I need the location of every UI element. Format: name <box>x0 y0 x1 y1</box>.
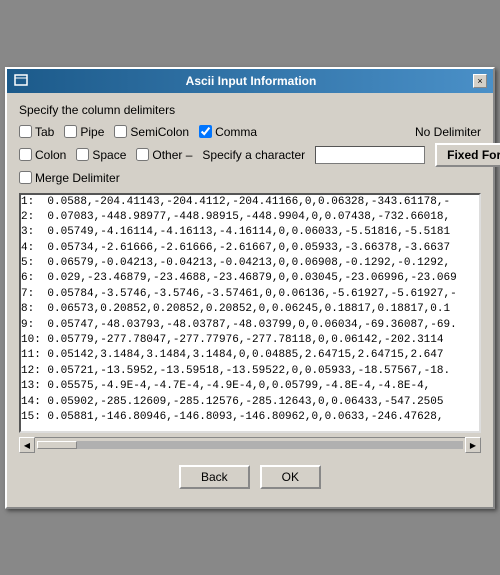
scroll-thumb[interactable] <box>37 441 77 449</box>
data-content: 1: 0.0588,-204.41143,-204.4112,-204.4116… <box>21 195 479 426</box>
scroll-left-arrow[interactable]: ◀ <box>19 437 35 453</box>
space-checkbox-item: Space <box>76 148 126 162</box>
ok-button[interactable]: OK <box>260 465 321 489</box>
merge-checkbox-item: Merge Delimiter <box>19 171 120 185</box>
scroll-track[interactable] <box>37 441 463 449</box>
other-checkbox-item: Other – <box>136 148 192 162</box>
window-title: Ascii Input Information <box>29 74 473 88</box>
other-checkbox[interactable] <box>136 148 149 161</box>
window-icon <box>13 73 29 89</box>
pipe-label: Pipe <box>80 125 104 139</box>
tab-checkbox[interactable] <box>19 125 32 138</box>
tab-checkbox-item: Tab <box>19 125 54 139</box>
fixed-format-button[interactable]: Fixed Format <box>435 143 500 167</box>
space-checkbox[interactable] <box>76 148 89 161</box>
comma-label: Comma <box>215 125 257 139</box>
semicolon-label: SemiColon <box>130 125 189 139</box>
semicolon-checkbox-item: SemiColon <box>114 125 189 139</box>
merge-checkbox[interactable] <box>19 171 32 184</box>
comma-checkbox[interactable] <box>199 125 212 138</box>
main-window: Ascii Input Information × Specify the co… <box>5 67 495 509</box>
other-label: Other – <box>152 148 192 162</box>
delimiter-row-2: Colon Space Other – Specify a character … <box>19 143 481 167</box>
delimiter-row-3: Merge Delimiter <box>19 171 481 185</box>
tab-label: Tab <box>35 125 54 139</box>
scroll-right-arrow[interactable]: ▶ <box>465 437 481 453</box>
specify-input[interactable] <box>315 146 425 164</box>
comma-checkbox-item: Comma <box>199 125 257 139</box>
pipe-checkbox-item: Pipe <box>64 125 104 139</box>
colon-checkbox[interactable] <box>19 148 32 161</box>
horizontal-scrollbar[interactable]: ◀ ▶ <box>19 437 481 453</box>
colon-label: Colon <box>35 148 66 162</box>
content-area: Specify the column delimiters Tab Pipe S… <box>7 93 493 507</box>
merge-label: Merge Delimiter <box>35 171 120 185</box>
data-display-area: 1: 0.0588,-204.41143,-204.4112,-204.4116… <box>19 193 481 433</box>
pipe-checkbox[interactable] <box>64 125 77 138</box>
data-scroll-container[interactable]: 1: 0.0588,-204.41143,-204.4112,-204.4116… <box>21 195 479 431</box>
close-button[interactable]: × <box>473 74 487 88</box>
semicolon-checkbox[interactable] <box>114 125 127 138</box>
specify-label: Specify a character <box>202 148 305 162</box>
back-button[interactable]: Back <box>179 465 250 489</box>
delimiter-row-1: Tab Pipe SemiColon Comma No Delimiter <box>19 125 481 139</box>
no-delimiter-label: No Delimiter <box>415 125 481 139</box>
space-label: Space <box>92 148 126 162</box>
colon-checkbox-item: Colon <box>19 148 66 162</box>
button-row: Back OK <box>19 459 481 497</box>
title-bar: Ascii Input Information × <box>7 69 493 93</box>
delimiter-section-label: Specify the column delimiters <box>19 103 481 117</box>
